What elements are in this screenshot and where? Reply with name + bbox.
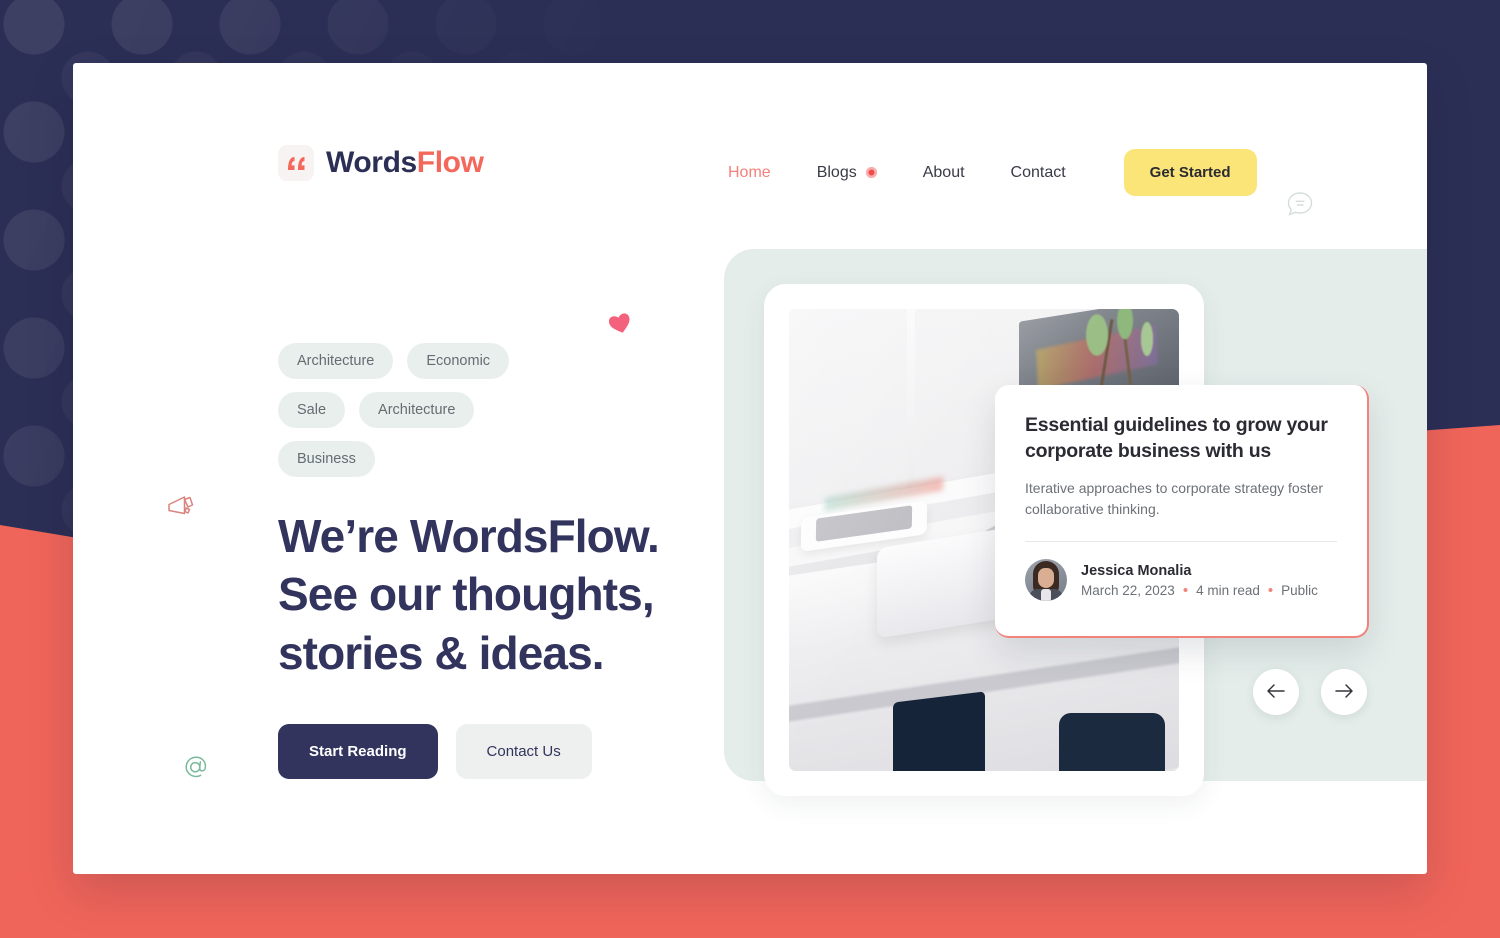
quote-icon: [278, 145, 314, 181]
hero-headline-line-3: stories & ideas.: [278, 626, 605, 679]
contact-us-button[interactable]: Contact Us: [455, 724, 592, 780]
nav-item-about[interactable]: About: [900, 164, 988, 182]
tag-economic[interactable]: Economic: [407, 343, 510, 379]
brand-name-accent: Flow: [416, 146, 484, 179]
article-author-row: Jessica Monalia March 22, 2023 • 4 min r…: [1025, 559, 1337, 602]
tag-architecture-2[interactable]: Architecture: [359, 392, 475, 428]
article-divider: [1025, 541, 1337, 543]
article-read-time: 4 min read: [1196, 582, 1260, 598]
at-sign-icon: [181, 753, 211, 788]
get-started-button[interactable]: Get Started: [1123, 149, 1257, 196]
hero-cta-row: Start Reading Contact Us: [278, 724, 748, 780]
tag-sale[interactable]: Sale: [278, 392, 346, 428]
brand-logo[interactable]: WordsFlow: [278, 145, 484, 181]
start-reading-button[interactable]: Start Reading: [278, 724, 438, 780]
nav-item-contact[interactable]: Contact: [988, 164, 1089, 182]
meta-separator-2: •: [1267, 581, 1274, 599]
nav-item-blogs[interactable]: Blogs: [794, 164, 900, 182]
author-name: Jessica Monalia: [1081, 562, 1192, 579]
avatar: [1025, 559, 1067, 602]
nav-item-home[interactable]: Home: [705, 164, 794, 182]
hero-headline-line-2: See our thoughts,: [278, 568, 655, 621]
hero-headline-line-1: We’re WordsFlow.: [278, 510, 660, 562]
featured-article-card[interactable]: Essential guidelines to grow your corpor…: [995, 385, 1369, 638]
tag-architecture-1[interactable]: Architecture: [278, 343, 394, 379]
blogs-dropdown-badge-icon: [865, 167, 877, 178]
carousel-navigation: [1253, 669, 1367, 715]
article-date: March 22, 2023: [1081, 582, 1175, 598]
chat-bubble-icon: [1285, 189, 1315, 224]
hero-content: Architecture Economic Sale Architecture …: [278, 343, 748, 780]
megaphone-icon: [166, 491, 200, 526]
arrow-right-icon: [1334, 683, 1354, 702]
carousel-next-button[interactable]: [1321, 669, 1367, 715]
meta-separator-1: •: [1182, 581, 1189, 599]
main-navigation: Home Blogs About Contact Get Started: [705, 149, 1257, 196]
article-visibility: Public: [1281, 582, 1318, 598]
author-details: Jessica Monalia March 22, 2023 • 4 min r…: [1081, 563, 1318, 598]
nav-item-blogs-label: Blogs: [816, 163, 857, 181]
brand-name: WordsFlow: [326, 146, 484, 180]
carousel-prev-button[interactable]: [1253, 669, 1299, 715]
article-description: Iterative approaches to corporate strate…: [1025, 479, 1324, 517]
arrow-left-icon: [1266, 683, 1286, 702]
category-tag-list: Architecture Economic Sale Architecture …: [278, 343, 578, 477]
website-panel: WordsFlow Home Blogs About Contact Get S…: [73, 63, 1427, 874]
site-header: WordsFlow Home Blogs About Contact Get S…: [73, 63, 1427, 778]
tag-business[interactable]: Business: [278, 441, 375, 477]
nav-item-home-label: Home: [728, 163, 771, 181]
hero-headline: We’re WordsFlow. See our thoughts, stori…: [278, 507, 748, 682]
article-title: Essential guidelines to grow your corpor…: [1025, 414, 1328, 462]
nav-item-contact-label: Contact: [1010, 163, 1066, 181]
nav-item-about-label: About: [922, 163, 965, 181]
article-meta: March 22, 2023 • 4 min read • Public: [1081, 583, 1318, 598]
heart-icon: [607, 311, 633, 340]
brand-name-primary: Words: [326, 146, 417, 179]
